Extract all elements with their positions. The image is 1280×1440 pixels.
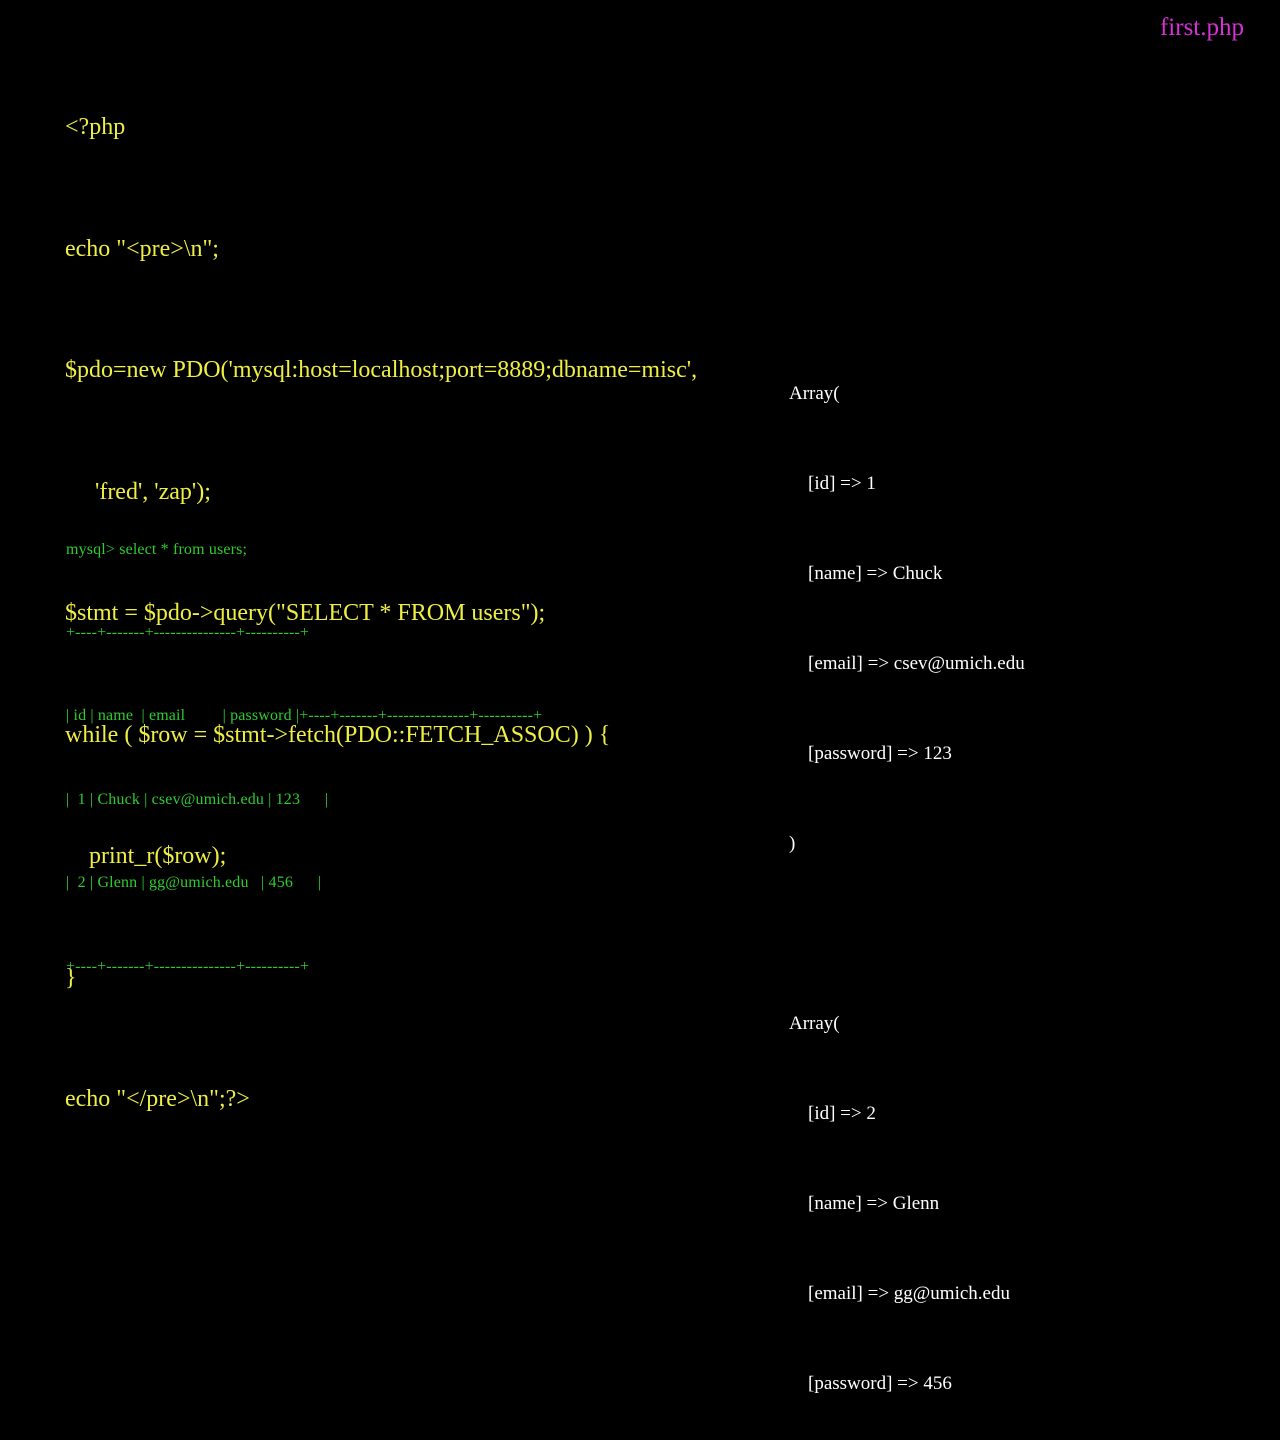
array-open: Array( — [789, 383, 840, 404]
array-entry: [email] => gg@umich.edu — [789, 1283, 1010, 1304]
array-entry: [id] => 2 — [789, 1103, 876, 1124]
array-entry: [name] => Chuck — [789, 563, 943, 584]
table-row: | 1 | Chuck | csev@umich.edu | 123 | — [66, 790, 329, 808]
print-r-output-block: Array( [id] => 1 [name] => Chuck [email]… — [789, 319, 1249, 1440]
array-entry: [id] => 1 — [789, 473, 876, 494]
array-close: ) — [789, 833, 796, 854]
code-line: echo "<pre>\n"; — [65, 235, 219, 262]
table-separator: +----+-------+---------------+----------… — [66, 623, 310, 641]
mysql-prompt-line: mysql> select * from users; — [66, 540, 248, 558]
table-separator: +----+-------+---------------+----------… — [66, 957, 310, 975]
table-row: | 2 | Glenn | gg@umich.edu | 456 | — [66, 874, 322, 892]
array-entry: [password] => 456 — [789, 1373, 952, 1394]
code-line: <?php — [65, 114, 126, 140]
array-entry: [name] => Glenn — [789, 1193, 940, 1214]
array-entry: [password] => 123 — [789, 743, 952, 764]
code-line: $pdo=new PDO('mysql:host=localhost;port=… — [65, 357, 698, 383]
mysql-console-block: mysql> select * from users; +----+------… — [66, 480, 686, 1008]
spacer-line — [789, 919, 1249, 949]
array-entry: [email] => csev@umich.edu — [789, 653, 1025, 674]
code-line: echo "</pre>\n";?> — [65, 1086, 250, 1112]
slide-title: first.php — [1159, 14, 1244, 41]
table-header-row: | id | name | email | password |+----+--… — [66, 707, 543, 725]
array-open: Array( — [789, 1013, 840, 1034]
